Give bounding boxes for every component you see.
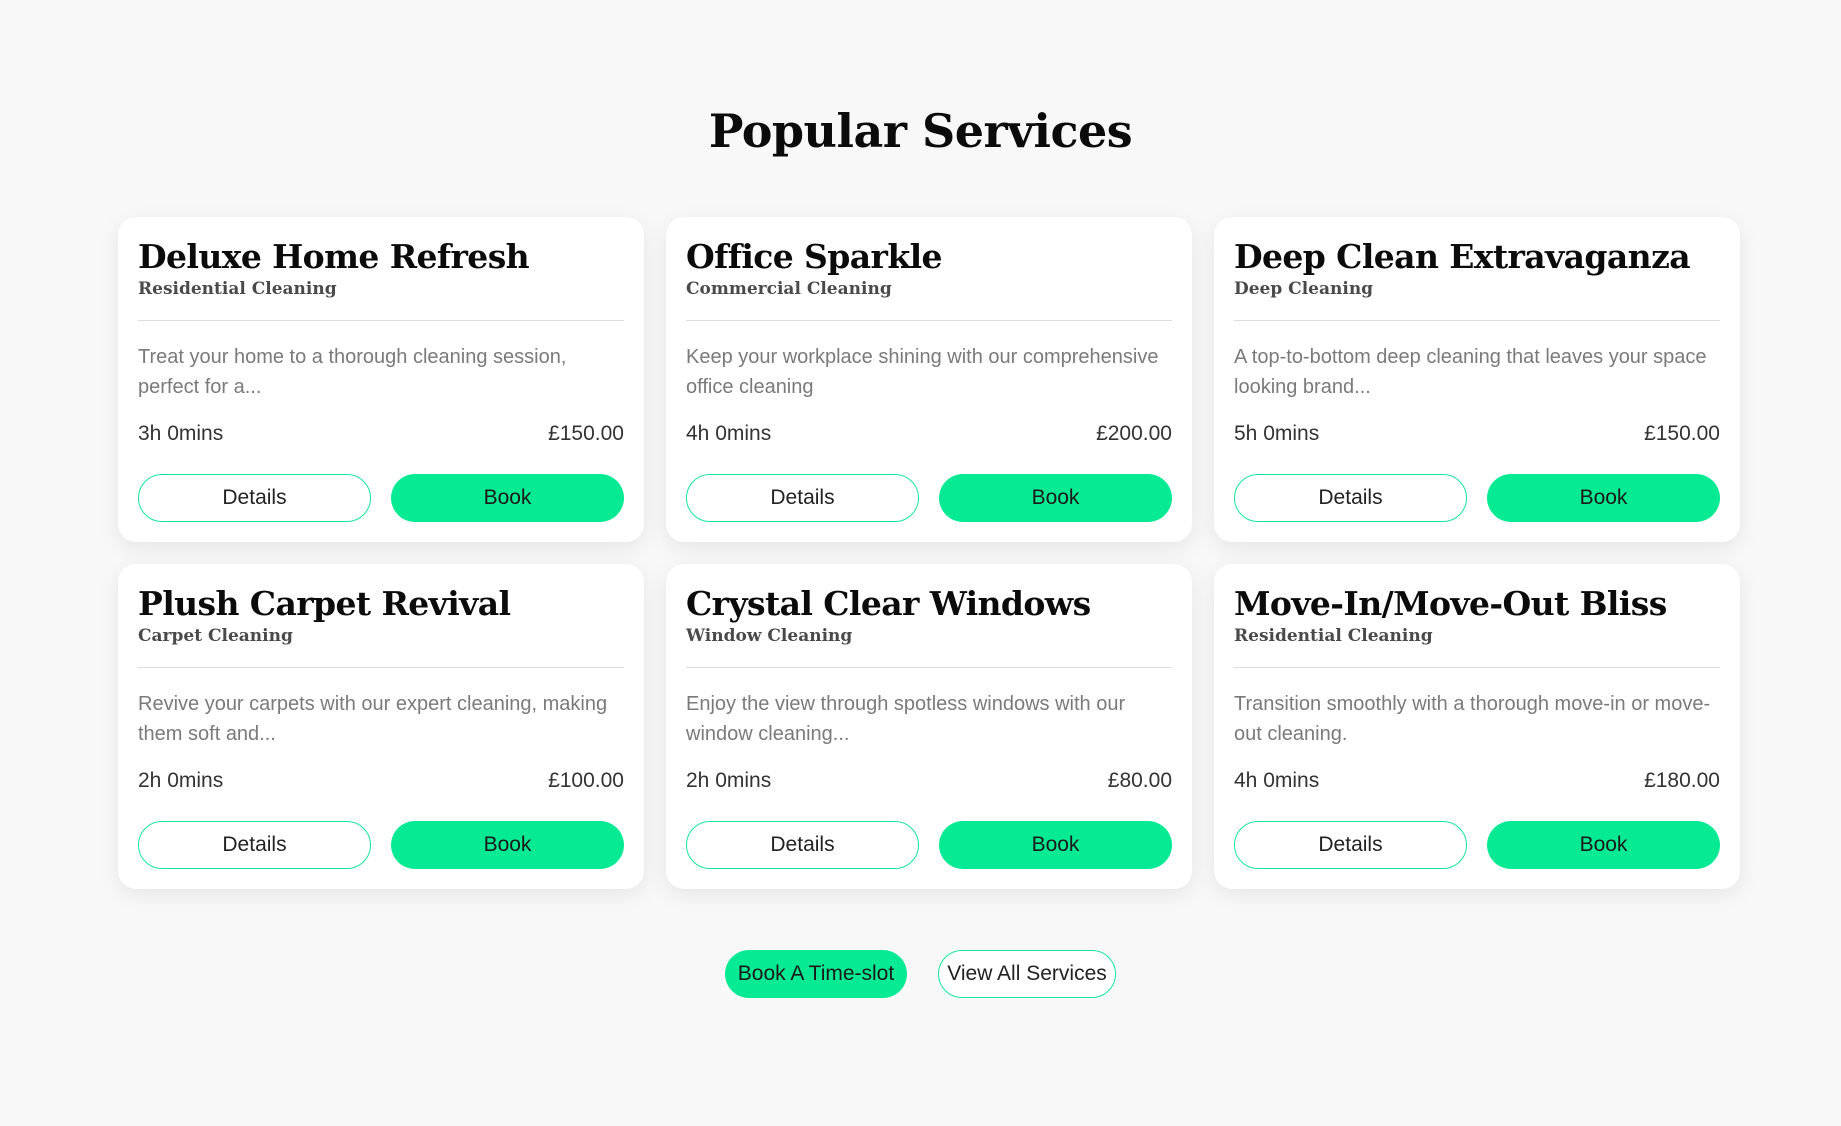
card-divider: [1234, 320, 1720, 322]
book-button[interactable]: Book: [1487, 821, 1720, 869]
card-actions: Details Book: [1234, 821, 1720, 869]
card-divider: [686, 667, 1172, 669]
service-description: Transition smoothly with a thorough move…: [1234, 693, 1711, 746]
section-title: Popular Services: [708, 104, 1133, 158]
service-description: A top-to-bottom deep cleaning that leave…: [1234, 346, 1707, 399]
popular-services-page: Popular Services Deluxe Home Refresh Res…: [0, 0, 1841, 1126]
service-meta: 2h 0mins £80.00: [686, 769, 1172, 793]
details-button[interactable]: Details: [686, 821, 919, 869]
service-duration: 4h 0mins: [686, 422, 772, 446]
service-description: Keep your workplace shining with our com…: [686, 346, 1159, 399]
book-button[interactable]: Book: [391, 821, 624, 869]
service-category: Residential Cleaning: [138, 279, 337, 300]
service-duration: 4h 0mins: [1234, 769, 1320, 793]
service-title: Crystal Clear Windows: [686, 584, 1091, 623]
book-button[interactable]: Book: [1487, 474, 1720, 522]
service-price: £180.00: [1644, 769, 1720, 793]
service-title: Plush Carpet Revival: [138, 584, 511, 623]
service-title: Office Sparkle: [686, 237, 943, 276]
service-title: Deep Clean Extravaganza: [1234, 237, 1691, 276]
service-price: £150.00: [1644, 422, 1720, 446]
service-duration: 5h 0mins: [1234, 422, 1320, 446]
card-actions: Details Book: [1234, 474, 1720, 522]
details-button[interactable]: Details: [1234, 474, 1467, 522]
details-button[interactable]: Details: [1234, 821, 1467, 869]
card-actions: Details Book: [138, 474, 624, 522]
service-category: Residential Cleaning: [1234, 626, 1433, 647]
service-description: Treat your home to a thorough cleaning s…: [138, 346, 567, 399]
service-category: Window Cleaning: [686, 626, 853, 647]
service-description: Revive your carpets with our expert clea…: [138, 693, 608, 746]
service-card: Deep Clean Extravaganza Deep Cleaning A …: [1214, 217, 1740, 542]
service-meta: 4h 0mins £180.00: [1234, 769, 1720, 793]
service-duration: 3h 0mins: [138, 422, 224, 446]
service-duration: 2h 0mins: [686, 769, 772, 793]
service-title: Move-In/Move-Out Bliss: [1234, 584, 1667, 623]
book-button[interactable]: Book: [939, 474, 1172, 522]
book-button[interactable]: Book: [939, 821, 1172, 869]
service-title: Deluxe Home Refresh: [138, 237, 530, 276]
view-all-services-button[interactable]: View All Services: [938, 950, 1116, 998]
card-divider: [138, 667, 624, 669]
details-button[interactable]: Details: [138, 474, 371, 522]
service-meta: 4h 0mins £200.00: [686, 422, 1172, 446]
bottom-actions: Book A Time-slot View All Services: [0, 950, 1841, 998]
service-description: Enjoy the view through spotless windows …: [686, 693, 1126, 746]
service-price: £200.00: [1096, 422, 1172, 446]
card-divider: [138, 320, 624, 322]
service-category: Commercial Cleaning: [686, 279, 892, 300]
service-meta: 5h 0mins £150.00: [1234, 422, 1720, 446]
service-category: Carpet Cleaning: [138, 626, 293, 647]
card-actions: Details Book: [686, 474, 1172, 522]
service-price: £80.00: [1107, 769, 1172, 793]
card-actions: Details Book: [138, 821, 624, 869]
service-card: Plush Carpet Revival Carpet Cleaning Rev…: [118, 564, 644, 889]
book-timeslot-button[interactable]: Book A Time-slot: [725, 950, 907, 998]
details-button[interactable]: Details: [138, 821, 371, 869]
service-meta: 2h 0mins £100.00: [138, 769, 624, 793]
card-actions: Details Book: [686, 821, 1172, 869]
card-divider: [686, 320, 1172, 322]
service-price: £100.00: [548, 769, 624, 793]
service-card: Deluxe Home Refresh Residential Cleaning…: [118, 217, 644, 542]
service-category: Deep Cleaning: [1234, 279, 1374, 300]
service-card: Move-In/Move-Out Bliss Residential Clean…: [1214, 564, 1740, 889]
service-card: Crystal Clear Windows Window Cleaning En…: [666, 564, 1192, 889]
service-duration: 2h 0mins: [138, 769, 224, 793]
service-meta: 3h 0mins £150.00: [138, 422, 624, 446]
book-button[interactable]: Book: [391, 474, 624, 522]
service-price: £150.00: [548, 422, 624, 446]
card-divider: [1234, 667, 1720, 669]
details-button[interactable]: Details: [686, 474, 919, 522]
service-card: Office Sparkle Commercial Cleaning Keep …: [666, 217, 1192, 542]
services-grid: Deluxe Home Refresh Residential Cleaning…: [118, 217, 1740, 889]
